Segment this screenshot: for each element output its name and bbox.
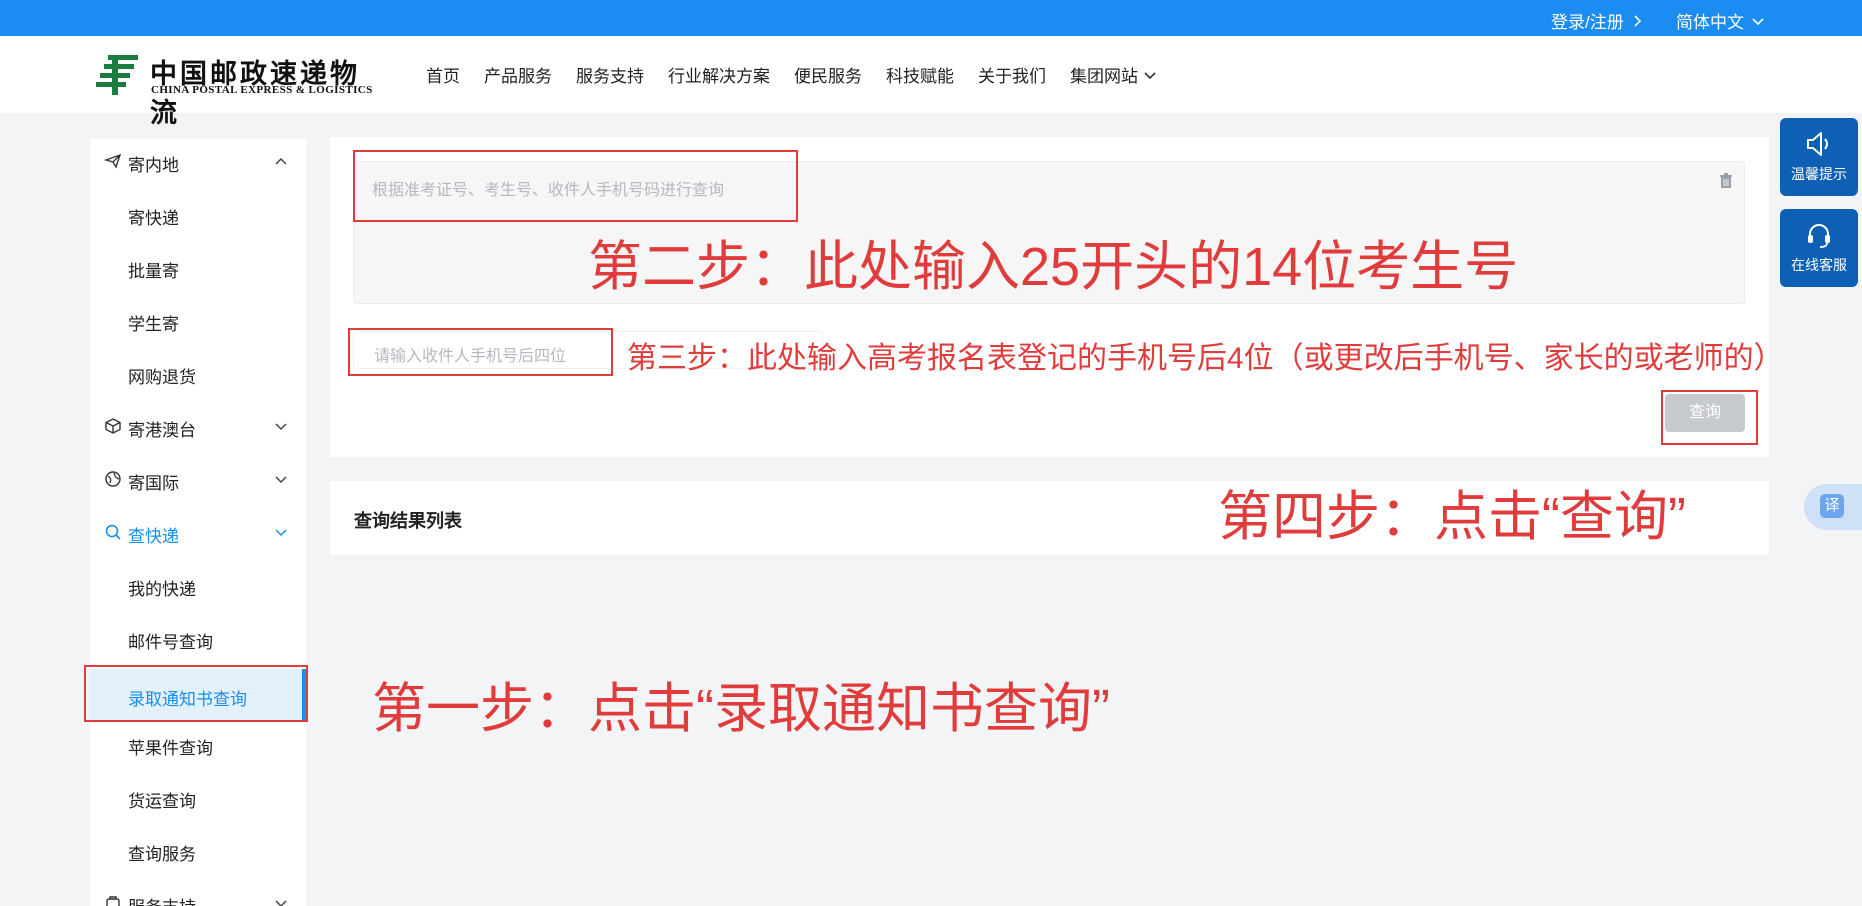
annotation-step4: 第四步：点击“查询” xyxy=(1218,487,1686,547)
sidebar-item-my-express[interactable]: 我的快递 xyxy=(90,563,306,607)
nav-item-about[interactable]: 关于我们 xyxy=(978,62,1046,87)
sidebar-group-label: 寄国际 xyxy=(128,474,179,493)
sidebar-group-international[interactable]: 寄国际 xyxy=(90,457,306,501)
service-label: 在线客服 xyxy=(1791,257,1847,273)
nav-label: 服务支持 xyxy=(576,67,644,86)
results-title: 查询结果列表 xyxy=(354,511,462,531)
language-selector[interactable]: 简体中文 xyxy=(1676,8,1764,33)
login-register-link[interactable]: 登录/注册 xyxy=(1551,8,1642,33)
sidebar-group-label: 寄内地 xyxy=(128,156,179,175)
site-header: 中国邮政速递物流 CHINA POSTAL EXPRESS & LOGISTIC… xyxy=(0,36,1862,128)
chevron-right-icon xyxy=(1634,14,1641,27)
sidebar-group-send-domestic[interactable]: 寄内地 xyxy=(90,139,306,183)
sidebar-item-mail-number-query[interactable]: 邮件号查询 xyxy=(90,616,306,660)
nav-label: 关于我们 xyxy=(978,67,1046,86)
headset-icon xyxy=(1808,224,1830,248)
sidebar-group-label: 服务支持 xyxy=(128,893,196,906)
nav-label: 集团网站 xyxy=(1070,67,1138,86)
service-icon xyxy=(106,896,120,906)
chevron-down-icon xyxy=(275,476,287,484)
nav-item-support[interactable]: 服务支持 xyxy=(576,62,644,87)
sidebar-group-service-support[interactable]: 服务支持 xyxy=(90,881,306,906)
chevron-down-icon xyxy=(275,900,287,906)
nav-item-home[interactable]: 首页 xyxy=(426,62,460,87)
chevron-down-icon xyxy=(1144,71,1156,79)
nav-item-group-sites[interactable]: 集团网站 xyxy=(1070,62,1156,87)
tips-label: 温馨提示 xyxy=(1791,166,1847,182)
sidebar-group-track-express[interactable]: 查快递 xyxy=(90,510,306,554)
sidebar-item-bulk-send[interactable]: 批量寄 xyxy=(90,245,306,289)
language-label: 简体中文 xyxy=(1676,13,1744,32)
sidebar-group-label: 查快递 xyxy=(128,527,179,546)
chevron-down-icon xyxy=(275,423,287,431)
sidebar-item-label: 寄快递 xyxy=(128,209,179,228)
nav-item-products[interactable]: 产品服务 xyxy=(484,62,552,87)
paper-plane-icon xyxy=(104,153,122,169)
sidebar-item-label: 查询服务 xyxy=(128,845,196,864)
nav-label: 便民服务 xyxy=(794,67,862,86)
post-logo-icon xyxy=(96,55,138,95)
annotation-step1: 第一步：点击“录取通知书查询” xyxy=(372,679,1110,739)
sidebar-item-label: 批量寄 xyxy=(128,262,179,281)
sidebar-item-send-express[interactable]: 寄快递 xyxy=(90,192,306,236)
sidebar: 寄内地 寄快递 批量寄 学生寄 网购退货 寄港澳台 寄国际 查快递 我的快递 邮… xyxy=(90,139,306,906)
sidebar-item-label: 邮件号查询 xyxy=(128,633,213,652)
sidebar-item-label: 我的快递 xyxy=(128,580,196,599)
sidebar-item-online-return[interactable]: 网购退货 xyxy=(90,351,306,395)
translate-icon: 译 xyxy=(1820,494,1844,518)
chevron-up-icon xyxy=(275,157,287,165)
annotation-step3: 第三步：此处输入高考报名表登记的手机号后4位（或更改后手机号、家长的或老师的） xyxy=(627,342,1784,375)
nav-label: 科技赋能 xyxy=(886,67,954,86)
nav-label: 行业解决方案 xyxy=(668,67,770,86)
sidebar-item-admission-letter-query[interactable]: 录取通知书查询 xyxy=(90,669,306,721)
phone-input-placeholder: 请输入收件人手机号后四位 xyxy=(374,348,567,365)
chevron-down-icon xyxy=(1752,17,1764,25)
sidebar-item-label: 录取通知书查询 xyxy=(128,690,247,709)
search-icon xyxy=(105,524,121,540)
top-bar: 登录/注册 简体中文 xyxy=(0,0,1862,36)
sidebar-item-label: 网购退货 xyxy=(128,368,196,387)
textarea-placeholder: 根据准考证号、考生号、收件人手机号码进行查询 xyxy=(372,182,725,199)
nav-item-solutions[interactable]: 行业解决方案 xyxy=(668,62,770,87)
login-register-label: 登录/注册 xyxy=(1551,13,1624,32)
sidebar-group-hk-macao-tw[interactable]: 寄港澳台 xyxy=(90,404,306,448)
sidebar-item-label: 苹果件查询 xyxy=(128,739,213,758)
nav-item-convenience[interactable]: 便民服务 xyxy=(794,62,862,87)
tips-button[interactable]: 温馨提示 xyxy=(1780,118,1858,196)
package-icon xyxy=(105,418,121,434)
nav-label: 产品服务 xyxy=(484,67,552,86)
sidebar-item-freight-query[interactable]: 货运查询 xyxy=(90,775,306,819)
sidebar-group-label: 寄港澳台 xyxy=(128,421,196,440)
trash-icon[interactable] xyxy=(1717,172,1735,190)
main-nav: 首页 产品服务 服务支持 行业解决方案 便民服务 科技赋能 关于我们 集团网站 xyxy=(426,62,1180,87)
sidebar-item-apple-query[interactable]: 苹果件查询 xyxy=(90,722,306,766)
sidebar-item-query-service[interactable]: 查询服务 xyxy=(90,828,306,872)
site-logo[interactable]: 中国邮政速递物流 CHINA POSTAL EXPRESS & LOGISTIC… xyxy=(94,51,374,128)
logo-english-text: CHINA POSTAL EXPRESS & LOGISTICS xyxy=(151,84,373,96)
sidebar-item-label: 货运查询 xyxy=(128,792,196,811)
query-button[interactable]: 查询 xyxy=(1665,394,1745,432)
nav-item-technology[interactable]: 科技赋能 xyxy=(886,62,954,87)
speaker-icon xyxy=(1807,132,1828,156)
translate-button[interactable]: 译 xyxy=(1804,484,1862,530)
annotation-step2: 第二步：此处输入25开头的14位考生号 xyxy=(588,237,1519,297)
online-service-button[interactable]: 在线客服 xyxy=(1780,209,1858,287)
sidebar-item-label: 学生寄 xyxy=(128,315,179,334)
sidebar-item-student-send[interactable]: 学生寄 xyxy=(90,298,306,342)
nav-label: 首页 xyxy=(426,67,460,86)
chevron-down-icon xyxy=(275,529,287,537)
globe-icon xyxy=(105,471,121,487)
